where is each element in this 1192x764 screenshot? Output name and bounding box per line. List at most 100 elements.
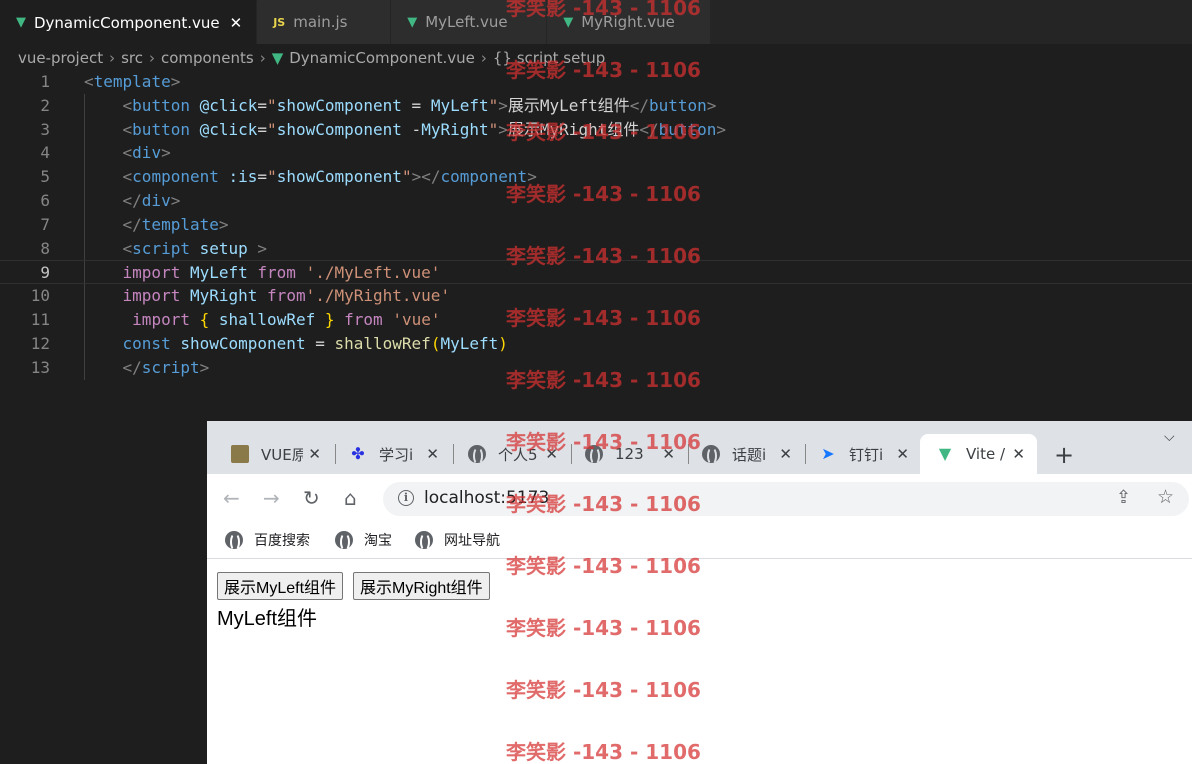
baidu-paw-icon: ✤	[351, 444, 365, 463]
new-tab-button[interactable]: +	[1054, 441, 1074, 469]
close-icon[interactable]: ✕	[426, 445, 439, 463]
breadcrumb-item[interactable]: components	[161, 49, 254, 67]
vue-file-icon: ▼	[16, 15, 26, 30]
reload-icon[interactable]: ↻	[303, 486, 320, 510]
code-line[interactable]: 8 <script setup >	[0, 237, 1192, 261]
show-myleft-button[interactable]: 展示MyLeft组件	[217, 572, 344, 600]
browser-tab-label: Vite /	[966, 445, 1006, 463]
code-token: showComponent	[276, 95, 402, 115]
code-line[interactable]: 2 <button @click="showComponent = MyLeft…	[0, 94, 1192, 118]
code-token: >	[199, 357, 210, 377]
code-editor[interactable]: 1 <template> 2 <button @click="showCompone…	[0, 70, 1192, 379]
close-icon[interactable]: ✕	[1012, 445, 1025, 463]
globe-icon	[415, 531, 433, 551]
code-token: >	[716, 119, 727, 139]
browser-window: VUE原 ✕ ✤ 学习i ✕ 个人5 ✕ 123 ✕ 话题i ✕ ➤ 钉钉i ✕…	[207, 421, 1192, 764]
breadcrumb-item[interactable]: {} script setup	[493, 49, 605, 67]
close-icon[interactable]: ✕	[230, 14, 243, 32]
browser-tab[interactable]: ✤ 学习i ✕	[349, 434, 439, 474]
browser-tab[interactable]: ➤ 钉钉i ✕	[819, 434, 909, 474]
tab-search-icon[interactable]: ⌵	[1164, 429, 1175, 445]
code-line[interactable]: 5 <component :is="showComponent"></compo…	[0, 165, 1192, 189]
code-token: =	[401, 95, 431, 115]
browser-tab[interactable]: VUE原 ✕	[231, 434, 321, 474]
code-line[interactable]: 6 </div>	[0, 189, 1192, 213]
dingtalk-icon: ➤	[821, 444, 835, 463]
editor-tab-label: main.js	[293, 13, 348, 31]
code-token: const	[122, 333, 171, 353]
bookmark-star-icon[interactable]: ☆	[1157, 486, 1174, 508]
forward-arrow-icon[interactable]: →	[263, 486, 280, 510]
code-token: "	[267, 95, 277, 115]
code-token: "	[488, 119, 499, 139]
code-line[interactable]: 3 <button @click="showComponent -MyRight…	[0, 118, 1192, 142]
close-icon[interactable]: ✕	[896, 445, 909, 463]
code-token: =	[257, 119, 268, 139]
code-token: >	[257, 238, 268, 258]
code-token: import	[122, 263, 181, 283]
back-arrow-icon[interactable]: ←	[223, 486, 240, 510]
bookmark-item[interactable]: 网址导航	[415, 530, 500, 551]
editor-tab-main-js[interactable]: JS main.js	[257, 0, 392, 44]
breadcrumb-item[interactable]: DynamicComponent.vue	[289, 49, 475, 67]
code-token: button	[658, 119, 717, 139]
tab-divider	[805, 444, 806, 464]
code-line[interactable]: 1 <template>	[0, 70, 1192, 94]
code-line[interactable]: 7 </template>	[0, 213, 1192, 237]
code-line[interactable]: 9 import MyLeft from './MyLeft.vue'	[0, 260, 1192, 285]
close-icon[interactable]: ✕	[779, 445, 792, 463]
code-text: <button @click="showComponent = MyLeft">…	[84, 94, 717, 118]
code-token: template	[93, 72, 171, 91]
line-number: 2	[40, 95, 50, 115]
code-line[interactable]: 4 <div>	[0, 141, 1192, 165]
bookmark-item[interactable]: 百度搜索	[225, 530, 310, 551]
url-text[interactable]: localhost:5173	[424, 488, 549, 508]
browser-tab[interactable]: 个人5 ✕	[468, 434, 558, 474]
browser-tab[interactable]: 话题i ✕	[702, 434, 792, 474]
chevron-right-icon: ›	[480, 49, 487, 67]
code-token: from	[257, 263, 296, 283]
code-token: 'vue'	[392, 309, 441, 329]
code-token: >	[706, 95, 717, 115]
browser-tab-label: 话题i	[732, 445, 767, 464]
bookmark-item[interactable]: 淘宝	[335, 530, 392, 551]
browser-tab-strip: VUE原 ✕ ✤ 学习i ✕ 个人5 ✕ 123 ✕ 话题i ✕ ➤ 钉钉i ✕…	[207, 421, 1192, 474]
breadcrumb-item[interactable]: vue-project	[18, 49, 103, 67]
close-icon[interactable]: ✕	[308, 445, 321, 463]
code-token: shallowRef	[218, 309, 316, 329]
show-myright-button[interactable]: 展示MyRight组件	[353, 572, 490, 600]
line-number: 3	[40, 119, 50, 139]
code-token: >	[161, 143, 171, 163]
code-line[interactable]: 10 import MyRight from'./MyRight.vue'	[0, 284, 1192, 308]
close-icon[interactable]: ✕	[662, 445, 675, 463]
code-line[interactable]: 12 const showComponent = shallowRef(MyLe…	[0, 332, 1192, 356]
code-text: <template>	[84, 70, 180, 94]
code-line[interactable]: 13 </script>	[0, 356, 1192, 380]
breadcrumb-item[interactable]: src	[121, 49, 143, 67]
code-line[interactable]: 11 import { shallowRef } from 'vue'	[0, 308, 1192, 332]
browser-tab-label: VUE原	[261, 445, 303, 464]
share-icon[interactable]: ⇪	[1116, 487, 1131, 508]
browser-tab[interactable]: 123 ✕	[585, 434, 675, 474]
chevron-right-icon: ›	[109, 49, 116, 67]
editor-tab-myright[interactable]: ▼ MyRight.vue	[547, 0, 712, 44]
editor-tab-myleft[interactable]: ▼ MyLeft.vue	[391, 0, 548, 44]
site-info-icon[interactable]: i	[398, 490, 414, 506]
close-icon[interactable]: ✕	[545, 445, 558, 463]
home-icon[interactable]: ⌂	[344, 486, 357, 510]
code-token: <	[122, 119, 133, 139]
code-token: >	[218, 214, 229, 234]
code-token: from	[344, 309, 383, 329]
browser-tab-active[interactable]: ▼ Vite / ✕	[920, 434, 1037, 474]
editor-tab-dynamic-component[interactable]: ▼ DynamicComponent.vue ✕	[0, 0, 258, 44]
address-bar[interactable]: i localhost:5173 ⇪ ☆	[383, 482, 1189, 516]
